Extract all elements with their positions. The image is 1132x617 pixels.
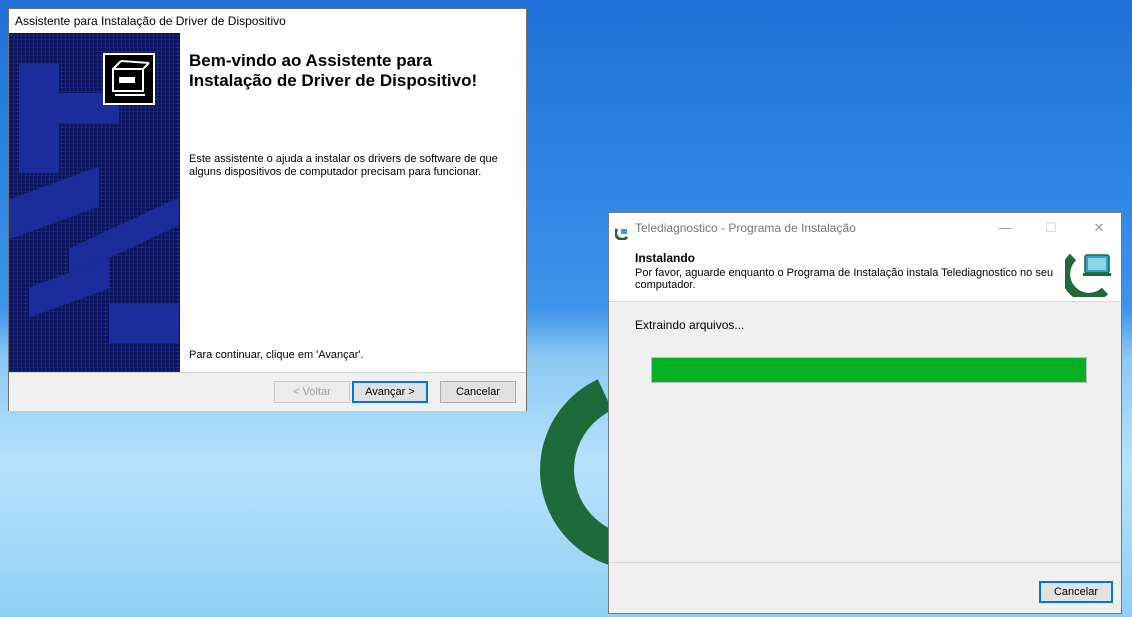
installer-footer: Cancelar (609, 562, 1121, 614)
wizard-title[interactable]: Assistente para Instalação de Driver de … (9, 9, 526, 33)
installer-cancel-button[interactable]: Cancelar (1039, 581, 1113, 603)
wizard-continue-text: Para continuar, clique em 'Avançar'. (189, 349, 364, 361)
installer-content: Extraindo arquivos... (609, 302, 1121, 562)
close-button[interactable]: ✕ (1079, 213, 1119, 243)
wizard-body: Bem-vindo ao Assistente para Instalação … (9, 33, 526, 372)
minimize-button[interactable]: — (985, 213, 1025, 243)
telediagnostico-logo-icon (1061, 247, 1115, 302)
wizard-cancel-button[interactable]: Cancelar (440, 381, 516, 403)
maximize-button[interactable]: ☐ (1031, 213, 1071, 243)
installer-progress-bar (651, 357, 1087, 383)
driver-wizard-window: Assistente para Instalação de Driver de … (8, 8, 527, 411)
hardware-wizard-icon (103, 53, 155, 105)
installer-header-title: Instalando (635, 251, 696, 265)
wizard-description: Este assistente o ajuda a instalar os dr… (189, 153, 498, 178)
telediagnostico-app-icon (614, 221, 629, 241)
installer-header-description: Por favor, aguarde enquanto o Programa d… (635, 267, 1054, 291)
installer-status: Extraindo arquivos... (635, 318, 745, 332)
back-button[interactable]: < Voltar (274, 381, 350, 403)
installer-window: Telediagnostico - Programa de Instalação… (608, 212, 1122, 614)
wizard-footer: < Voltar Avançar > Cancelar (9, 372, 526, 411)
installer-progress-fill (652, 358, 1086, 382)
next-button[interactable]: Avançar > (352, 381, 428, 403)
wizard-side-panel (9, 33, 180, 372)
installer-title: Telediagnostico - Programa de Instalação (635, 221, 856, 235)
installer-titlebar[interactable]: Telediagnostico - Programa de Instalação… (609, 213, 1121, 243)
wizard-heading: Bem-vindo ao Assistente para Instalação … (189, 51, 478, 90)
installer-header: Instalando Por favor, aguarde enquanto o… (609, 243, 1121, 302)
